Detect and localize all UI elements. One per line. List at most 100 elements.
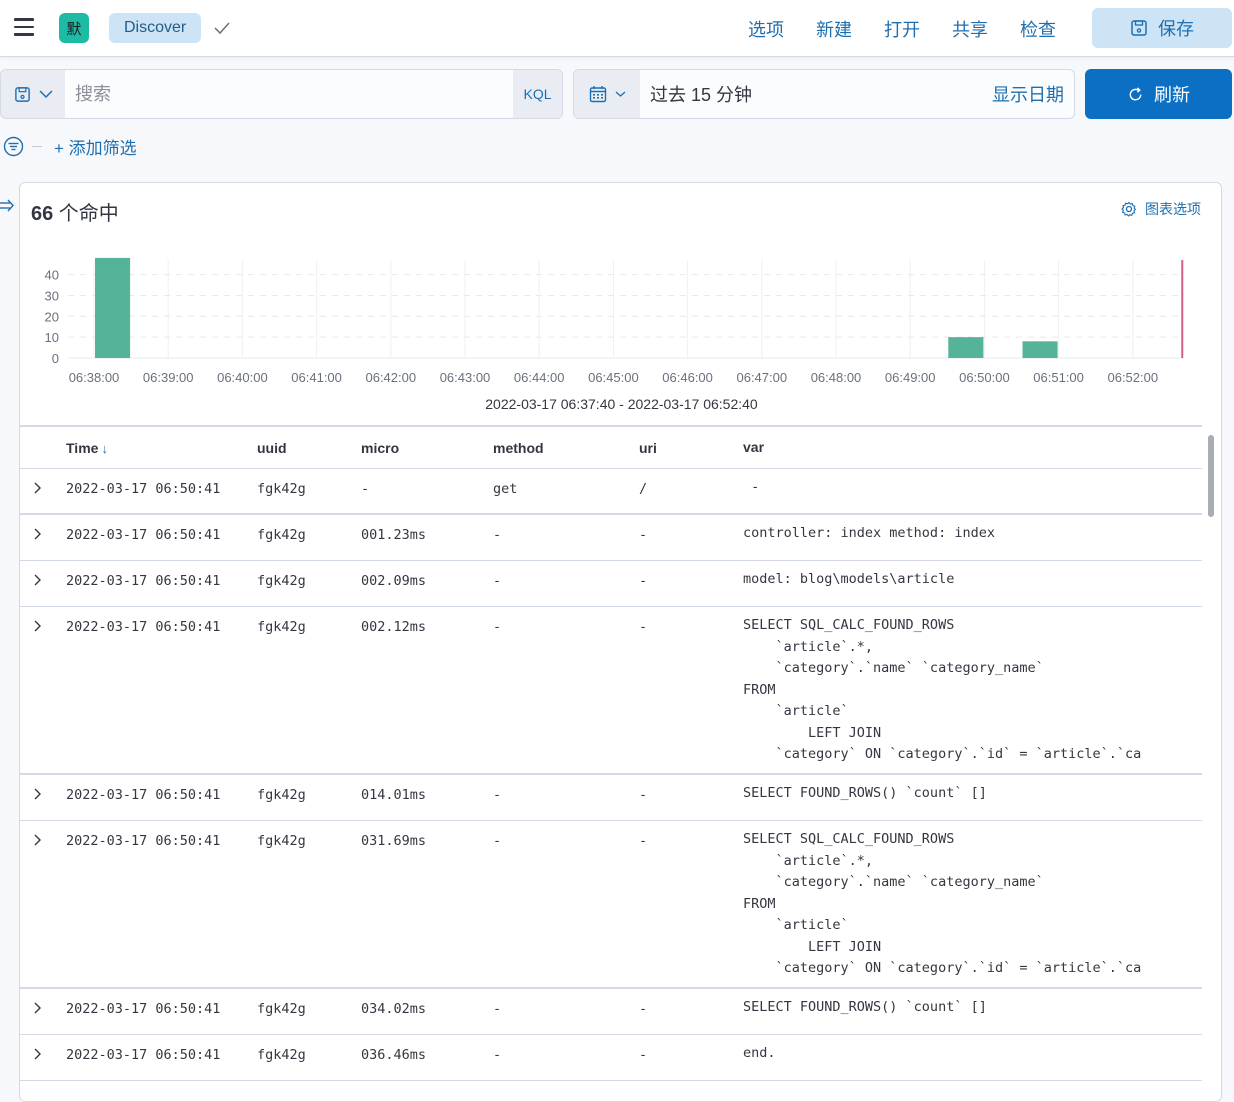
cell-micro: 001.23ms <box>361 527 427 543</box>
sidebar-toggle-icon[interactable] <box>0 198 14 214</box>
add-filter-button[interactable]: + 添加筛选 <box>54 134 137 159</box>
expand-row-button[interactable] <box>20 527 66 545</box>
cell-uuid: fgk42g <box>257 527 306 543</box>
table-row[interactable]: 2022-03-17 06:50:41 fgk42g 036.46ms - - end… <box>20 1035 1202 1081</box>
nav-open[interactable]: 打开 <box>868 16 936 42</box>
cell-method: - <box>493 619 502 635</box>
x-tick-label: 06:51:00 <box>1033 370 1084 385</box>
chevron-right-icon <box>34 1002 41 1014</box>
table-body: 2022-03-17 06:50:41 fgk42g - get / -2022-03… <box>20 469 1202 1081</box>
y-tick-label: 0 <box>52 351 59 366</box>
table-row[interactable]: 2022-03-17 06:50:41 fgk42g 002.12ms - - SEL… <box>20 607 1202 775</box>
chart-options-label: 图表选项 <box>1145 201 1201 217</box>
cell-var: - <box>743 479 760 495</box>
x-tick-label: 06:46:00 <box>662 370 713 385</box>
cell-method: - <box>493 787 502 803</box>
kql-toggle[interactable]: KQL <box>513 70 562 118</box>
cell-uuid: fgk42g <box>257 1001 306 1017</box>
cell-uuid: fgk42g <box>257 833 306 849</box>
saved-query-button[interactable] <box>1 70 65 118</box>
x-tick-label: 06:40:00 <box>217 370 268 385</box>
x-tick-label: 06:43:00 <box>440 370 491 385</box>
expand-row-button[interactable] <box>20 619 66 637</box>
sort-descending-icon[interactable]: ↓ <box>101 441 108 456</box>
y-tick-label: 20 <box>45 309 59 324</box>
space-avatar[interactable]: 默 <box>59 13 89 43</box>
table-row[interactable]: 2022-03-17 06:50:41 fgk42g 014.01ms - - SEL… <box>20 775 1202 821</box>
filter-menu-icon[interactable] <box>3 136 24 157</box>
column-header-time[interactable]: Time ↓ <box>66 440 257 456</box>
chevron-down-icon <box>38 90 53 99</box>
cell-uri: - <box>639 1001 648 1017</box>
column-header-uri[interactable]: uri <box>639 440 743 456</box>
nav-share[interactable]: 共享 <box>936 16 1004 42</box>
chevron-right-icon <box>34 788 41 800</box>
cell-time: 2022-03-17 06:50:41 <box>66 787 221 803</box>
column-header-uuid[interactable]: uuid <box>257 440 361 456</box>
nav-new[interactable]: 新建 <box>800 16 868 42</box>
column-header-micro[interactable]: micro <box>361 440 493 456</box>
query-bar: KQL <box>0 69 563 119</box>
cell-var: SELECT SQL_CALC_FOUND_ROWS `article`.*, … <box>743 831 1142 976</box>
column-header-var[interactable]: var <box>743 437 1202 459</box>
cell-uri: - <box>639 787 648 803</box>
nav-inspect[interactable]: 检查 <box>1004 16 1072 42</box>
table-header: Time ↓ uuid micro method uri var <box>20 427 1202 469</box>
x-tick-label: 06:49:00 <box>885 370 936 385</box>
cell-micro: 002.09ms <box>361 573 427 589</box>
chart-options-button[interactable]: 图表选项 <box>1121 199 1201 219</box>
hit-count-number: 66 <box>31 203 54 225</box>
table-row[interactable]: 2022-03-17 06:50:41 fgk42g 001.23ms - - con… <box>20 515 1202 561</box>
filter-divider <box>32 145 42 147</box>
cell-time: 2022-03-17 06:50:41 <box>66 833 221 849</box>
gear-icon <box>1121 201 1137 217</box>
chevron-right-icon <box>34 1048 41 1060</box>
cell-micro: 031.69ms <box>361 833 427 849</box>
cell-method: - <box>493 1001 502 1017</box>
table-scrollbar[interactable] <box>1208 435 1214 517</box>
quick-menu-button[interactable] <box>574 70 640 118</box>
table-row[interactable]: 2022-03-17 06:50:41 fgk42g - get / - <box>20 469 1202 515</box>
save-button[interactable]: 保存 <box>1092 8 1232 48</box>
chevron-right-icon <box>34 620 41 632</box>
table-row[interactable]: 2022-03-17 06:50:41 fgk42g 031.69ms - - SEL… <box>20 821 1202 989</box>
chevron-right-icon <box>34 528 41 540</box>
chevron-right-icon <box>34 834 41 846</box>
expand-row-button[interactable] <box>20 573 66 591</box>
refresh-button[interactable]: 刷新 <box>1085 69 1232 119</box>
cell-uri: - <box>639 1047 648 1063</box>
app-breadcrumb[interactable]: Discover <box>109 13 202 43</box>
nav-options[interactable]: 选项 <box>732 16 800 42</box>
table-row[interactable]: 2022-03-17 06:50:41 fgk42g 034.02ms - - SEL… <box>20 989 1202 1035</box>
expand-row-button[interactable] <box>20 787 66 805</box>
cell-var: SELECT FOUND_ROWS() `count` [] <box>743 785 987 801</box>
column-time-label: Time <box>66 439 99 456</box>
cell-uuid: fgk42g <box>257 573 306 589</box>
cell-var: controller: index method: index <box>743 525 995 541</box>
search-input[interactable] <box>65 70 513 118</box>
cell-method: - <box>493 1047 502 1063</box>
expand-row-button[interactable] <box>20 481 66 499</box>
expand-row-button[interactable] <box>20 1001 66 1019</box>
results-panel: 66 个命中 图表选项 0 10 20 30 40 06:38:00 06:39:00 06:… <box>19 182 1222 1102</box>
calendar-icon <box>589 86 606 103</box>
column-header-method[interactable]: method <box>493 440 639 456</box>
date-range-text[interactable]: 过去 15 分钟 <box>640 70 992 118</box>
show-dates-button[interactable]: 显示日期 <box>992 70 1074 118</box>
expand-row-button[interactable] <box>20 1047 66 1065</box>
cell-method: - <box>493 833 502 849</box>
y-tick-label: 40 <box>45 268 59 283</box>
cell-method: get <box>493 481 518 497</box>
x-tick-label: 06:41:00 <box>291 370 342 385</box>
histogram-chart: 0 10 20 30 40 06:38:00 06:39:00 06:40:00 06:41:0… <box>45 257 1184 385</box>
x-tick-label: 06:48:00 <box>811 370 862 385</box>
menu-icon[interactable] <box>14 18 34 36</box>
x-tick-label: 06:39:00 <box>143 370 194 385</box>
expand-row-button[interactable] <box>20 833 66 851</box>
save-label: 保存 <box>1158 19 1194 39</box>
cell-uri: - <box>639 833 648 849</box>
documents-table: Time ↓ uuid micro method uri var 2022-03-… <box>20 425 1202 1081</box>
table-row[interactable]: 2022-03-17 06:50:41 fgk42g 002.09ms - - mod… <box>20 561 1202 607</box>
cell-uuid: fgk42g <box>257 787 306 803</box>
chart-time-range: 2022-03-17 06:37:40 - 2022-03-17 06:52:4… <box>485 396 758 412</box>
